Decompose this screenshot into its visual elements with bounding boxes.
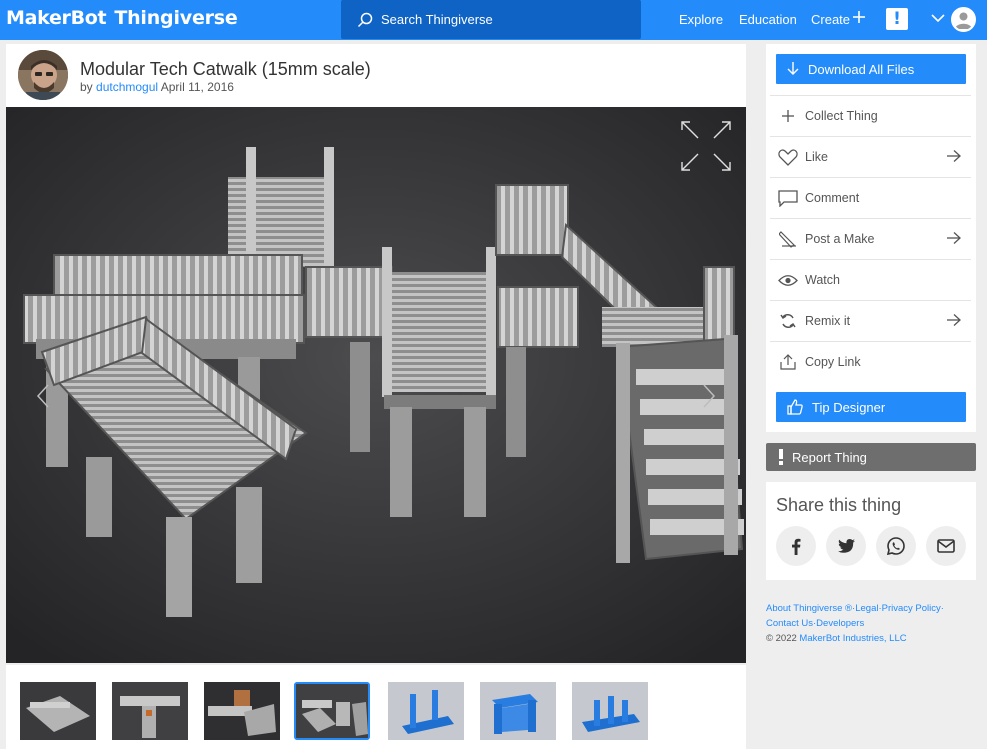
thumbnail-selected[interactable]: [294, 682, 370, 740]
makerbot-industries-link[interactable]: MakerBot Industries, LLC: [799, 633, 906, 644]
chevron-down-icon[interactable]: [931, 14, 945, 23]
publish-date: April 11, 2016: [160, 80, 234, 94]
download-all-files-button[interactable]: Download All Files: [776, 54, 966, 84]
download-all-files-label: Download All Files: [808, 61, 915, 77]
pencil-icon: [779, 231, 796, 248]
remix-icon: [780, 314, 796, 328]
remix-it-button[interactable]: Remix it: [770, 300, 971, 341]
nav-create[interactable]: Create: [811, 12, 850, 27]
makerbot-thingiverse-logo[interactable]: MakerBot Thingiverse: [6, 7, 238, 33]
eye-icon: [778, 274, 798, 286]
thumbnail[interactable]: [572, 682, 648, 740]
share-twitter-button[interactable]: [826, 526, 866, 566]
privacy-policy-link[interactable]: Privacy Policy: [882, 603, 941, 614]
collect-thing-label: Collect Thing: [805, 109, 878, 123]
arrow-right-icon: [947, 150, 961, 162]
footer-links: About Thingiverse ®·Legal·Privacy Policy…: [766, 603, 944, 644]
heart-icon: [778, 148, 798, 166]
logo-thingiverse-text: Thingiverse: [114, 7, 238, 29]
share-email-button[interactable]: [926, 526, 966, 566]
arrow-right-icon: [947, 314, 961, 326]
thumbnail[interactable]: [388, 682, 464, 740]
whatsapp-icon: [887, 537, 905, 555]
nav-explore[interactable]: Explore: [679, 12, 723, 27]
exclamation-icon: [779, 449, 783, 465]
search-input[interactable]: [381, 12, 631, 27]
about-thingiverse-link[interactable]: About Thingiverse: [766, 603, 842, 614]
tip-designer-label: Tip Designer: [812, 399, 886, 415]
user-avatar[interactable]: [951, 7, 976, 32]
author-avatar[interactable]: [18, 50, 68, 100]
download-arrow-icon: [787, 62, 799, 75]
contact-us-link[interactable]: Contact Us: [766, 618, 813, 629]
copyright-text: © 2022: [766, 633, 797, 644]
facebook-icon: [792, 538, 801, 555]
share-card: Share this thing: [766, 482, 976, 580]
fullscreen-expand-icon[interactable]: [680, 120, 732, 172]
remix-it-label: Remix it: [805, 314, 851, 328]
search-bar[interactable]: [341, 0, 641, 39]
report-thing-label: Report Thing: [792, 449, 867, 465]
catwalk-photo: [6, 107, 746, 663]
comment-label: Comment: [805, 191, 860, 205]
user-icon: [955, 12, 972, 29]
share-facebook-button[interactable]: [776, 526, 816, 566]
thing-header: Modular Tech Catwalk (15mm scale) by dut…: [6, 44, 746, 107]
notification-alert-button[interactable]: !: [886, 8, 908, 30]
arrow-right-icon: [947, 232, 961, 244]
author-link[interactable]: dutchmogul: [96, 80, 158, 94]
post-a-make-button[interactable]: Post a Make: [770, 218, 971, 259]
thumbnail[interactable]: [480, 682, 556, 740]
registered-mark: ®: [845, 603, 853, 614]
like-button[interactable]: Like: [770, 136, 971, 177]
copy-link-label: Copy Link: [805, 355, 861, 369]
previous-image-arrow-icon[interactable]: [36, 383, 50, 409]
plus-icon[interactable]: [852, 10, 866, 24]
logo-makerbot-text: MakerBot: [6, 7, 107, 29]
like-label: Like: [805, 150, 828, 164]
main-thing-image[interactable]: [6, 107, 746, 663]
plus-icon: [782, 110, 794, 122]
copy-link-button[interactable]: Copy Link: [770, 341, 971, 382]
search-icon: [357, 12, 373, 27]
author-avatar-image: [18, 50, 68, 100]
share-title: Share this thing: [776, 495, 902, 515]
thing-actions-panel: Download All Files Collect Thing Like Co…: [766, 44, 976, 432]
comment-button[interactable]: Comment: [770, 177, 971, 218]
report-thing-button[interactable]: Report Thing: [766, 443, 976, 471]
share-icon: [780, 354, 796, 370]
post-a-make-label: Post a Make: [805, 232, 875, 246]
next-image-arrow-icon[interactable]: [702, 383, 716, 409]
email-icon: [937, 539, 955, 553]
legal-link[interactable]: Legal: [855, 603, 878, 614]
twitter-icon: [837, 539, 855, 553]
comment-icon: [778, 189, 798, 207]
watch-button[interactable]: Watch: [770, 259, 971, 300]
thumbnail[interactable]: [204, 682, 280, 740]
top-nav-bar: MakerBot Thingiverse Explore Education C…: [0, 0, 987, 40]
nav-education[interactable]: Education: [739, 12, 797, 27]
watch-label: Watch: [805, 273, 840, 287]
thing-byline: by dutchmogul April 11, 2016: [80, 80, 234, 94]
thing-title: Modular Tech Catwalk (15mm scale): [80, 59, 371, 79]
thumbs-up-icon: [787, 399, 803, 415]
collect-thing-button[interactable]: Collect Thing: [770, 95, 971, 136]
thumbnail-strip: [6, 665, 746, 749]
share-whatsapp-button[interactable]: [876, 526, 916, 566]
thumbnail[interactable]: [112, 682, 188, 740]
byline-by: by: [80, 80, 93, 94]
tip-designer-button[interactable]: Tip Designer: [776, 392, 966, 422]
thumbnail[interactable]: [20, 682, 96, 740]
developers-link[interactable]: Developers: [816, 618, 864, 629]
